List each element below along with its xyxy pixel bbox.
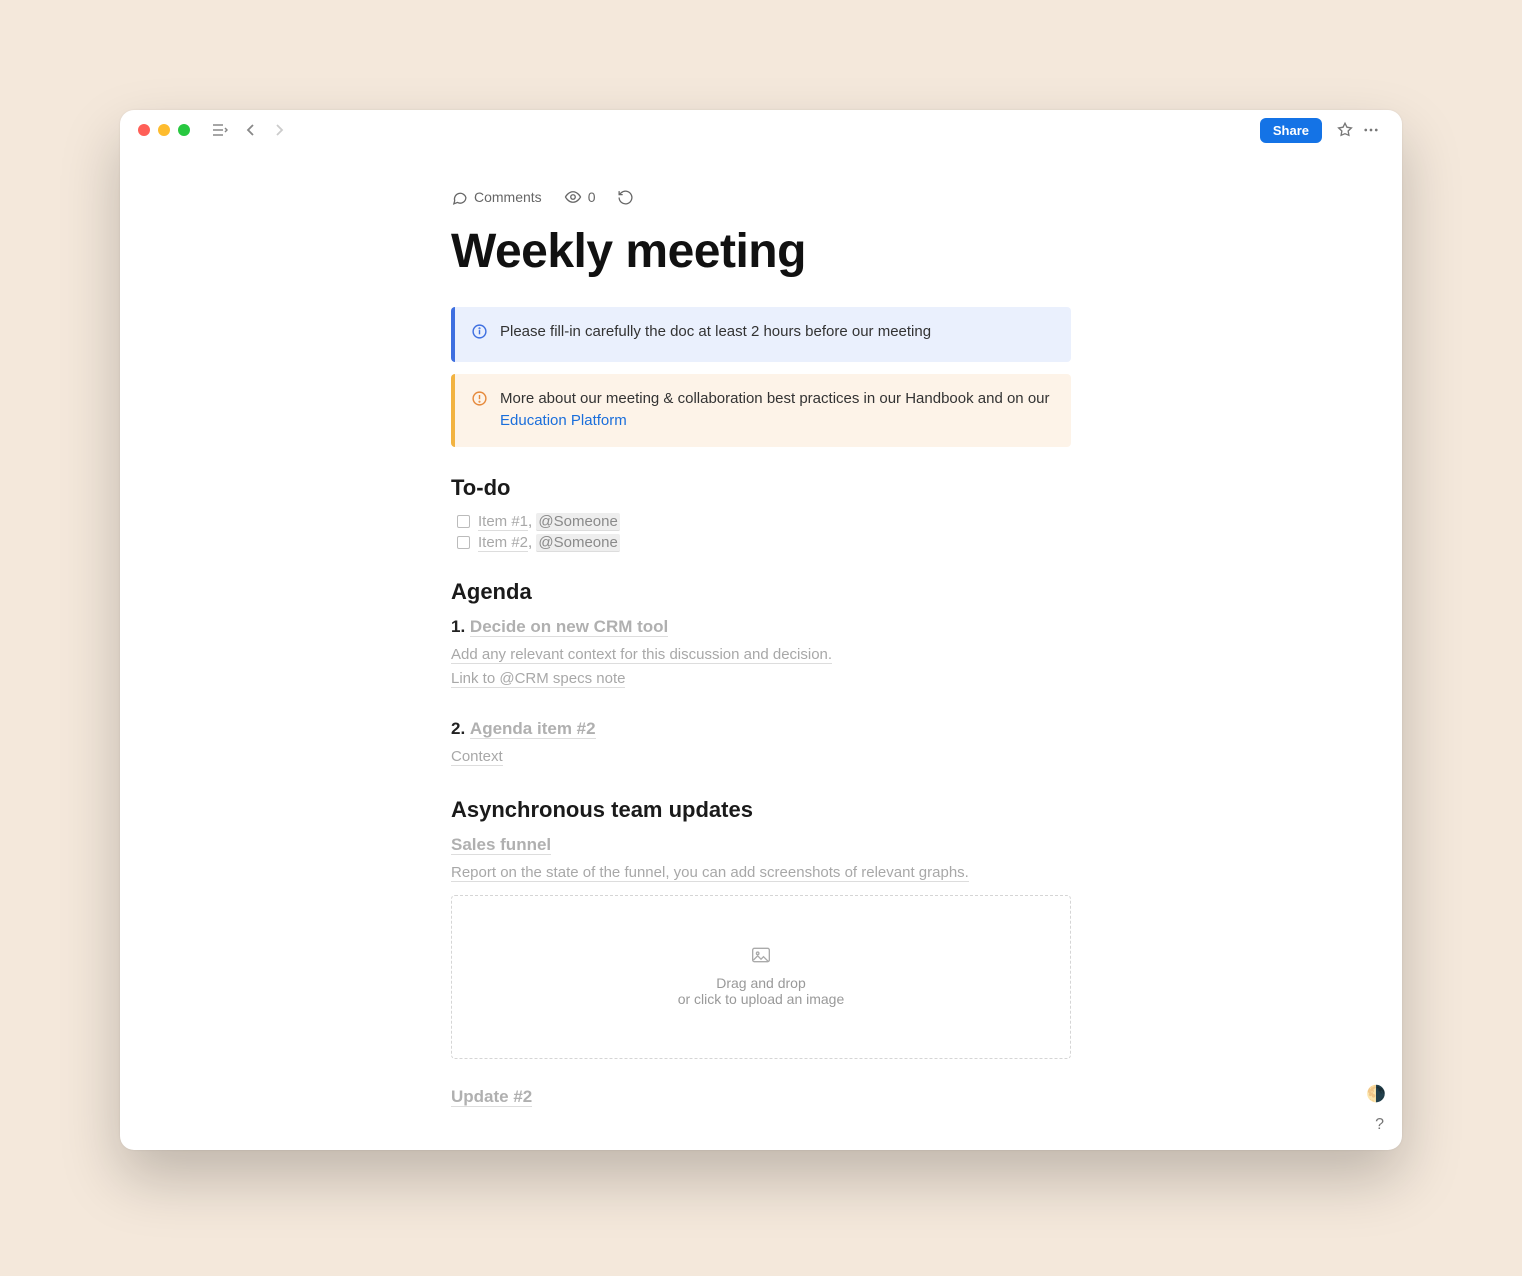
agenda-title: Agenda item #2	[470, 719, 596, 739]
refresh-button[interactable]	[617, 189, 634, 206]
updates-heading: Asynchronous team updates	[451, 797, 1071, 823]
agenda-body[interactable]: Context	[451, 745, 1071, 769]
update-title: Update #2	[451, 1087, 532, 1107]
nav-forward-icon[interactable]	[270, 119, 288, 141]
more-icon[interactable]	[1358, 117, 1384, 143]
education-platform-link[interactable]: Education Platform	[500, 412, 627, 429]
info-callout: Please fill-in carefully the doc at leas…	[451, 307, 1071, 362]
close-window-button[interactable]	[138, 124, 150, 136]
window-titlebar: Share	[120, 110, 1402, 150]
image-icon	[751, 946, 771, 967]
todo-item[interactable]: Item #2, @Someone	[451, 534, 1071, 551]
todo-text: Item #2	[478, 534, 528, 552]
dropzone-line2: or click to upload an image	[678, 991, 845, 1007]
agenda-item-1[interactable]: 1. Decide on new CRM tool	[451, 617, 1071, 637]
window-controls	[138, 124, 190, 136]
eye-icon	[564, 188, 582, 206]
document-content: Comments 0 Weekly meeting Please fill-in…	[451, 150, 1071, 1107]
todo-heading: To-do	[451, 475, 1071, 501]
sidebar-toggle-icon[interactable]	[208, 119, 232, 141]
views-count: 0	[588, 189, 596, 205]
nav-controls	[208, 119, 288, 141]
todo-text: Item #1	[478, 513, 528, 531]
info-callout-text: Please fill-in carefully the doc at leas…	[500, 321, 931, 344]
checkbox[interactable]	[457, 515, 470, 528]
info-icon	[471, 323, 488, 348]
image-dropzone[interactable]: Drag and drop or click to upload an imag…	[451, 895, 1071, 1059]
minimize-window-button[interactable]	[158, 124, 170, 136]
update-title: Sales funnel	[451, 835, 551, 855]
mention[interactable]: @Someone	[536, 534, 619, 552]
todo-item[interactable]: Item #1, @Someone	[451, 513, 1071, 530]
nav-back-icon[interactable]	[242, 119, 260, 141]
comment-icon	[451, 189, 468, 206]
warning-icon	[471, 390, 488, 415]
warning-callout: More about our meeting & collaboration b…	[451, 374, 1071, 447]
update-body[interactable]: Report on the state of the funnel, you c…	[451, 861, 1071, 885]
app-window: Share Comments 0 Weekly meeting	[120, 110, 1402, 1150]
agenda-title: Decide on new CRM tool	[470, 617, 668, 637]
maximize-window-button[interactable]	[178, 124, 190, 136]
comments-button[interactable]: Comments	[451, 189, 542, 206]
agenda-heading: Agenda	[451, 579, 1071, 605]
mention[interactable]: @Someone	[536, 513, 619, 531]
checkbox[interactable]	[457, 536, 470, 549]
star-icon[interactable]	[1332, 117, 1358, 143]
warning-callout-text: More about our meeting & collaboration b…	[500, 388, 1055, 433]
update-section-2[interactable]: Update #2	[451, 1087, 1071, 1107]
agenda-body[interactable]: Add any relevant context for this discus…	[451, 643, 1071, 691]
agenda-item-2[interactable]: 2. Agenda item #2	[451, 719, 1071, 739]
comments-label: Comments	[474, 189, 542, 205]
update-section-1[interactable]: Sales funnel	[451, 835, 1071, 855]
document-toolbar: Comments 0	[451, 188, 1071, 206]
refresh-icon	[617, 189, 634, 206]
share-button[interactable]: Share	[1260, 118, 1322, 143]
help-icon[interactable]: ?	[1375, 1116, 1384, 1134]
theme-toggle-icon[interactable]: 🌗	[1366, 1084, 1386, 1104]
dropzone-line1: Drag and drop	[716, 975, 806, 991]
views-button[interactable]: 0	[564, 188, 596, 206]
page-title[interactable]: Weekly meeting	[451, 224, 1071, 279]
